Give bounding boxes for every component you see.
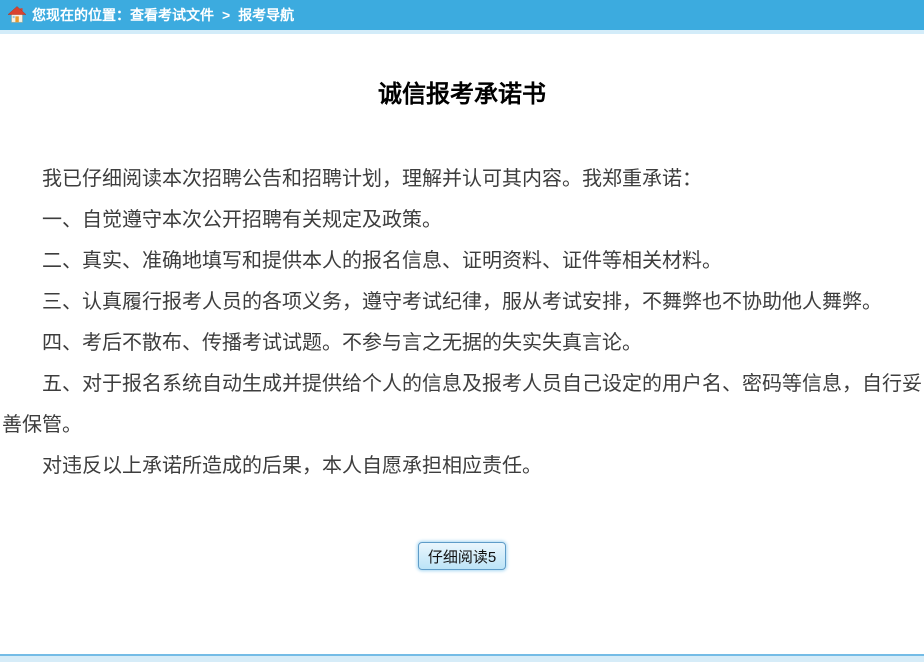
paragraph-item-1: 一、自觉遵守本次公开招聘有关规定及政策。 xyxy=(2,200,922,241)
paragraph-intro: 我已仔细阅读本次招聘公告和招聘计划，理解并认可其内容。我郑重承诺： xyxy=(2,159,922,200)
paragraph-closing: 对违反以上承诺所造成的后果，本人自愿承担相应责任。 xyxy=(2,446,922,487)
paragraph-item-2: 二、真实、准确地填写和提供本人的报名信息、证明资料、证件等相关材料。 xyxy=(2,241,922,282)
breadcrumb-location-label: 您现在的位置： xyxy=(32,5,130,25)
footer-strip xyxy=(0,654,924,662)
read-carefully-countdown-button[interactable]: 仔细阅读5 xyxy=(418,542,506,570)
home-icon xyxy=(8,6,26,24)
paragraph-item-3: 三、认真履行报考人员的各项义务，遵守考试纪律，服从考试安排，不舞弊也不协助他人舞… xyxy=(2,282,922,323)
breadcrumb-current: 报考导航 xyxy=(238,5,294,25)
breadcrumb-separator: > xyxy=(222,7,230,23)
commitment-document: 诚信报考承诺书 我已仔细阅读本次招聘公告和招聘计划，理解并认可其内容。我郑重承诺… xyxy=(0,74,924,570)
topbar-divider xyxy=(0,30,924,34)
commitment-text: 我已仔细阅读本次招聘公告和招聘计划，理解并认可其内容。我郑重承诺： 一、自觉遵守… xyxy=(2,159,922,487)
breadcrumb-bar: 您现在的位置：查看考试文件 > 报考导航 xyxy=(0,0,924,30)
breadcrumb-link-exam-files[interactable]: 查看考试文件 xyxy=(130,5,214,25)
paragraph-item-4: 四、考后不散布、传播考试试题。不参与言之无据的失实失真言论。 xyxy=(2,323,922,364)
page-title: 诚信报考承诺书 xyxy=(2,74,922,109)
button-row: 仔细阅读5 xyxy=(2,542,922,570)
paragraph-item-5: 五、对于报名系统自动生成并提供给个人的信息及报考人员自己设定的用户名、密码等信息… xyxy=(2,364,922,446)
